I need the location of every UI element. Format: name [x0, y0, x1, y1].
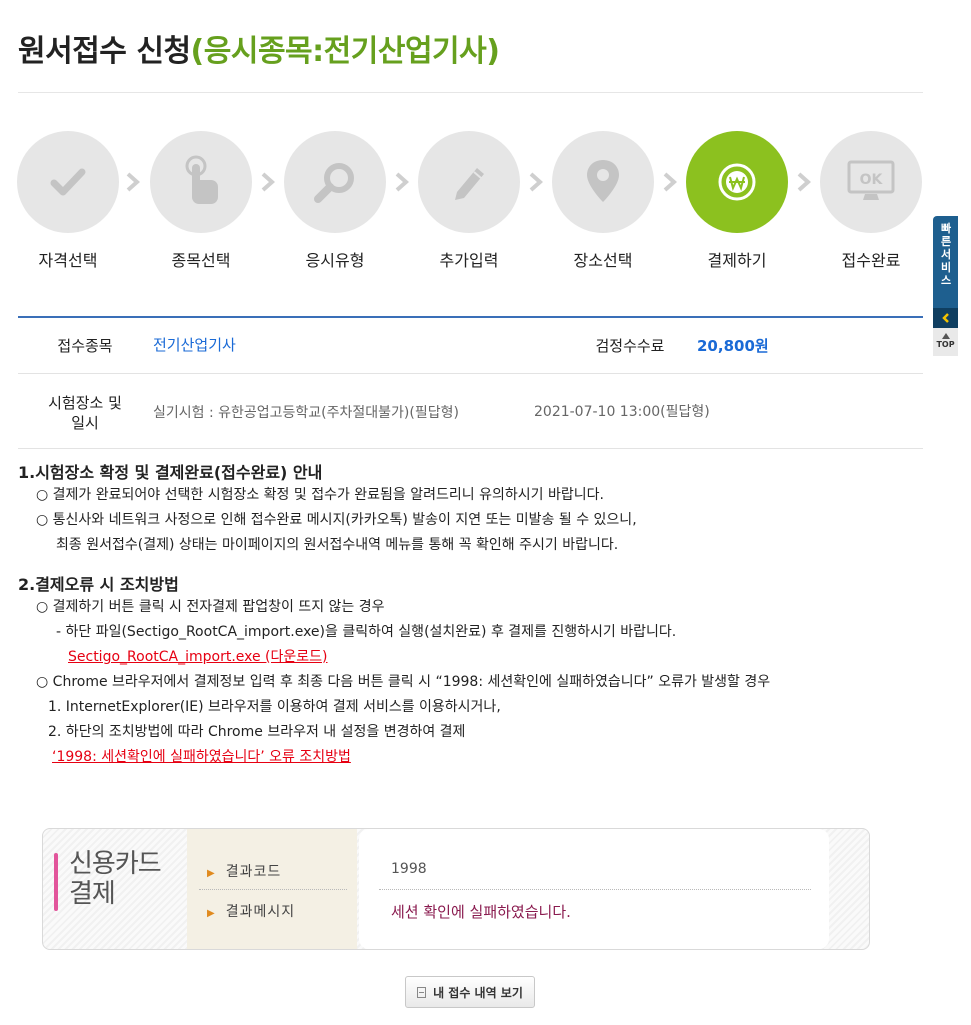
notice1-title: 1.시험장소 확정 및 결제완료(접수완료) 안내	[18, 463, 323, 482]
result-labels-panel: ▶ 결과코드 ▶ 결과메시지	[187, 829, 357, 949]
page-title: 원서접수 신청(응시종목:전기산업기사)	[18, 26, 500, 70]
step-exam-type: 응시유형	[284, 131, 386, 271]
step-circle: OK	[820, 131, 922, 233]
result-message-value: 세션 확인에 실패하였습니다.	[391, 903, 571, 921]
magnifier-icon	[314, 163, 354, 203]
place-value: 실기시험 : 유한공업고등학교(주차절대불가)(필답형)	[153, 405, 459, 421]
info-row-divider	[18, 373, 923, 374]
step-circle	[552, 131, 654, 233]
page-title-main: 원서접수 신청	[18, 34, 191, 69]
result-values-panel: 1998 세션 확인에 실패하였습니다.	[359, 829, 829, 949]
step-circle	[150, 131, 252, 233]
notice1-line1: ○ 결제가 완료되어야 선택한 시험장소 확정 및 접수가 완료됨을 알려드리니…	[36, 487, 604, 503]
chevron-right-icon	[663, 172, 678, 192]
scroll-top-button[interactable]: TOP	[933, 328, 958, 356]
quick-service-label: 빠른서비스	[940, 222, 952, 287]
result-code-value: 1998	[391, 861, 427, 877]
result-title: 신용카드 결제	[69, 849, 162, 909]
location-pin-icon	[587, 160, 619, 202]
step-complete: OK 접수완료	[820, 131, 922, 271]
chevron-right-icon	[797, 172, 812, 192]
step-label: 종목선택	[171, 251, 231, 270]
result-title-line2: 결제	[69, 879, 116, 909]
notice1-line3: 최종 원서접수(결제) 상태는 마이페이지의 원서접수내역 메뉴를 통해 꼭 확…	[56, 537, 619, 553]
title-divider	[18, 92, 923, 93]
chevron-right-icon	[126, 172, 141, 192]
step-place-select: 장소선택	[552, 131, 654, 271]
step-additional-input: 추가입력	[418, 131, 520, 271]
result-title-accent-bar	[54, 853, 58, 911]
payment-result-box: 신용카드 결제 ▶ 결과코드 ▶ 결과메시지 1998 세션 확인에 실패하였습니다…	[42, 828, 870, 950]
triangle-bullet-icon: ▶	[207, 908, 216, 919]
pencil-icon	[455, 168, 484, 200]
notice2-line1: ○ 결제하기 버튼 클릭 시 전자결제 팝업창이 뜨지 않는 경우	[36, 599, 385, 615]
result-message-label: ▶ 결과메시지	[207, 901, 295, 921]
fee-label: 검정수수료	[595, 337, 665, 355]
step-label: 자격선택	[38, 251, 98, 270]
info-table-top-border	[18, 316, 923, 318]
step-circle	[17, 131, 119, 233]
document-icon	[417, 986, 427, 998]
notice1-line2: ○ 통신사와 네트워크 사정으로 인해 접수완료 메시지(카카오톡) 발송이 지…	[36, 512, 637, 528]
subject-value: 전기산업기사	[153, 336, 236, 354]
step-circle	[418, 131, 520, 233]
notice2-line5: 2. 하단의 조치방법에 따라 Chrome 브라우저 내 설정을 변경하여 결…	[48, 724, 466, 740]
datetime-value: 2021-07-10 13:00(필답형)	[534, 404, 710, 420]
place-label: 시험장소 및 일시	[48, 394, 122, 432]
touch-hand-icon	[185, 155, 218, 204]
result-title-line1: 신용카드	[69, 849, 162, 879]
check-icon	[50, 168, 86, 196]
svg-text:OK: OK	[860, 172, 884, 188]
notice2-line2: - 하단 파일(Sectigo_RootCA_import.exe)을 클릭하여…	[56, 624, 677, 640]
notice2-line4: 1. InternetExplorer(IE) 브라우저를 이용하여 결제 서비…	[48, 699, 501, 715]
sectigo-download-link[interactable]: Sectigo_RootCA_import.exe (다운로드)	[68, 646, 328, 666]
my-application-history-label: 내 접수 내역 보기	[433, 985, 523, 1000]
chevron-right-icon	[395, 172, 410, 192]
result-message-label-text: 결과메시지	[225, 904, 296, 920]
step-circle	[686, 131, 788, 233]
result-row-divider	[199, 889, 347, 890]
quick-service-tab[interactable]: 빠른서비스	[933, 216, 958, 308]
notice2-title: 2.결제오류 시 조치방법	[18, 575, 179, 594]
error-fix-link[interactable]: ‘1998: 세션확인에 실패하였습니다’ 오류 조치방법	[52, 746, 351, 766]
step-label: 추가입력	[439, 251, 499, 270]
result-code-label-text: 결과코드	[225, 864, 282, 880]
step-label: 결제하기	[707, 251, 767, 270]
step-label: 접수완료	[841, 251, 901, 270]
chevron-right-icon	[261, 172, 276, 192]
quick-service-panel: 빠른서비스 TOP	[933, 216, 958, 356]
triangle-bullet-icon: ▶	[207, 868, 216, 879]
info-row-divider	[18, 448, 923, 449]
quick-service-toggle-button[interactable]	[933, 308, 958, 328]
step-subject: 종목선택	[150, 131, 252, 271]
chevron-left-icon	[941, 313, 949, 323]
my-application-history-button[interactable]: 내 접수 내역 보기	[405, 976, 535, 1008]
step-qualification: 자격선택	[17, 131, 119, 271]
ok-monitor-icon: OK	[847, 160, 895, 200]
chevron-right-icon	[529, 172, 544, 192]
result-row-divider	[379, 889, 811, 890]
scroll-top-label: TOP	[936, 340, 955, 349]
step-label: 응시유형	[305, 251, 365, 270]
step-label: 장소선택	[573, 251, 633, 270]
page-title-subject: (응시종목:전기산업기사)	[190, 34, 500, 69]
step-payment: 결제하기	[686, 131, 788, 271]
fee-value: 20,800원	[697, 337, 769, 355]
result-code-label: ▶ 결과코드	[207, 861, 281, 881]
notice2-line3: ○ Chrome 브라우저에서 결제정보 입력 후 최종 다음 버튼 클릭 시 …	[36, 674, 771, 690]
step-circle	[284, 131, 386, 233]
up-triangle-icon	[941, 333, 950, 339]
won-coin-icon	[718, 163, 756, 201]
subject-label: 접수종목	[57, 337, 113, 355]
